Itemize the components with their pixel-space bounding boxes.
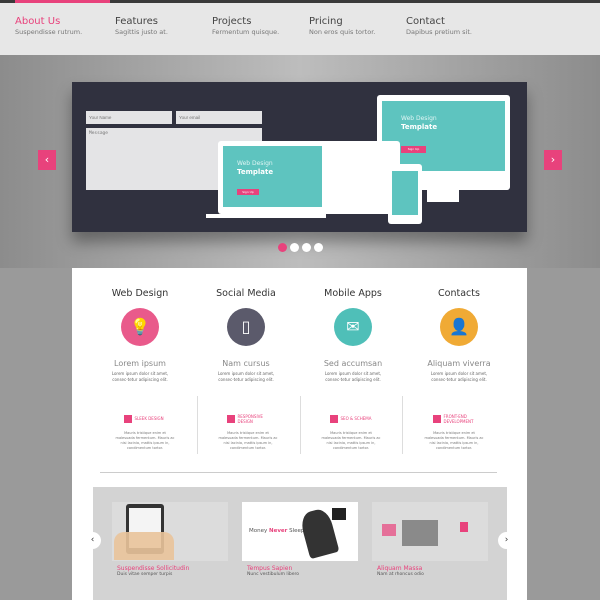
device-signup-button: Sign Up [237,189,259,195]
portfolio-carousel: Money Never Sleeps Suspendisse Sollicitu… [93,487,507,600]
chevron-left-icon: ‹ [90,535,95,545]
chevron-right-icon: › [550,153,556,166]
carousel-prev-button[interactable]: ‹ [84,532,101,549]
portfolio-caption: Suspendisse Sollicitudin Duis vitae sempe… [117,565,233,577]
nav-about-us[interactable]: About Us Suspendisse rutrum. [15,16,82,37]
feature-heading: Social Media [216,288,276,299]
slide-dot-2[interactable] [290,243,299,252]
feature-title: Aliquam viverra [427,359,491,368]
card-image-text: Money Never Sleeps [249,528,308,534]
caption-title: Suspendisse Sollicitudin [117,565,190,572]
feature-text: Lorem ipsum dolor sit amet, consec-tetur… [111,371,169,382]
caption-subtitle: Nunc vestibulum libero [247,572,300,577]
feature-heading: Contacts [438,288,480,299]
nav-title: About Us [15,16,61,27]
slider-next-button[interactable]: › [544,150,562,170]
portfolio-card-business[interactable]: Money Never Sleeps [242,502,358,561]
nav-pricing[interactable]: Pricing Non eros quis tortor. [309,16,375,37]
feature-social-media: Social Media ▯ Nam cursus Lorem ipsum dol… [196,288,296,383]
caption-subtitle: Nam at rhoncus odio [377,572,424,577]
feature-heading: Mobile Apps [324,288,382,299]
phone-illustration [388,164,422,224]
nav-title: Features [115,16,158,27]
service-title: RESPONSIVE DESIGN [237,413,263,424]
nav-subtitle: Sagittis justo at. [115,28,168,36]
portfolio-card-tablet[interactable] [112,502,228,561]
service-text: Mauris tristique enim et malesuada ferme… [321,431,381,450]
briefcase-icon [332,508,346,520]
feature-heading: Web Design [111,288,169,299]
service-item: FRONT-END DEVELOPMENT Mauris tristique en… [404,408,504,451]
envelope-icon: ✉ [334,308,372,346]
hero-slider: ‹ › Send Web Design Template Sign Up Web… [0,55,600,268]
layout-icon [123,414,132,423]
laptop-illustration [402,520,438,546]
lightbulb-icon: 💡 [121,308,159,346]
device-signup-button: Sign Up [401,146,426,153]
nav-title: Pricing [309,16,343,27]
section-divider [100,472,497,473]
service-title: FRONT-END DEVELOPMENT [443,413,474,424]
laptop-illustration: Web Design Template Sign Up [218,141,400,214]
feature-text: Lorem ipsum dolor sit amet, consec-tetur… [324,371,382,382]
chevron-left-icon: ‹ [44,153,50,166]
slide-dot-3[interactable] [302,243,311,252]
portfolio-caption: Aliquam Massa Nam at rhoncus odio [377,565,493,577]
service-text: Mauris tristique enim et malesuada ferme… [115,431,175,450]
nav-subtitle: Suspendisse rutrum. [15,28,83,36]
nav-subtitle: Fermentum quisque. [212,28,280,36]
device-title: Web Design [401,115,437,122]
device-title: Web Design [237,160,273,167]
feature-web-design: Web Design 💡 Lorem ipsum Lorem ipsum dolo… [90,288,190,383]
code-icon [432,414,441,423]
service-item: SLEEK DESIGN Mauris tristique enim et mal… [95,408,195,451]
portfolio-card-workspace[interactable] [372,502,488,561]
add-user-icon: 👤 [440,308,478,346]
feature-text: Lorem ipsum dolor sit amet, consec-tetur… [217,371,275,382]
nav-subtitle: Dapibus pretium sit. [406,28,472,36]
service-title: SEO & SCHEMA [340,416,372,421]
feature-mobile-apps: Mobile Apps ✉ Sed accumsan Lorem ipsum do… [303,288,403,383]
phone-icon: ▯ [227,308,265,346]
divider [402,396,403,454]
feature-title: Sed accumsan [323,359,383,368]
nav-projects[interactable]: Projects Fermentum quisque. [212,16,279,37]
service-text: Mauris tristique enim et malesuada ferme… [424,431,484,450]
nav-title: Contact [406,16,445,27]
slider-prev-button[interactable]: ‹ [38,150,56,170]
mobile-icon [226,414,235,423]
device-subtitle: Template [401,123,438,131]
service-item: RESPONSIVE DESIGN Mauris tristique enim e… [198,408,298,451]
carousel-next-button[interactable]: › [498,532,515,549]
email-input[interactable] [176,111,262,124]
service-text: Mauris tristique enim et malesuada ferme… [218,431,278,450]
service-item: SEO & SCHEMA Mauris tristique enim et mal… [301,408,401,451]
feature-title: Lorem ipsum [114,359,166,368]
name-input[interactable] [86,111,172,124]
chevron-right-icon: › [504,535,509,545]
device-subtitle: Template [237,168,274,176]
feature-contacts: Contacts 👤 Aliquam viverra Lorem ipsum do… [409,288,509,383]
service-title: SLEEK DESIGN [134,416,164,421]
slide-banner: Send Web Design Template Sign Up Web Des… [72,82,527,232]
nav-contact[interactable]: Contact Dapibus pretium sit. [406,16,472,37]
nav-title: Projects [212,16,252,27]
caption-title: Tempus Sapien [247,565,293,572]
nav-features[interactable]: Features Sagittis justo at. [115,16,168,37]
main-nav: About Us Suspendisse rutrum. Features Sagi… [0,3,600,55]
portfolio-caption: Tempus Sapien Nunc vestibulum libero [247,565,363,577]
caption-title: Aliquam Massa [377,565,423,572]
search-icon [329,414,338,423]
feature-text: Lorem ipsum dolor sit amet, consec-tetur… [430,371,488,382]
slide-dot-1[interactable] [278,243,287,252]
laptop-base [206,214,326,218]
slide-dot-4[interactable] [314,243,323,252]
caption-subtitle: Duis vitae semper turpis [117,572,173,577]
nav-subtitle: Non eros quis tortor. [309,28,376,36]
feature-title: Nam cursus [222,359,270,368]
